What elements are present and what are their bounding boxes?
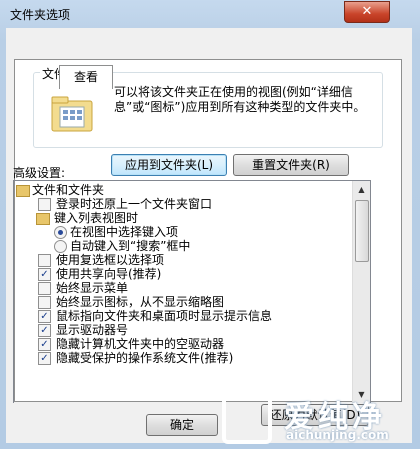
watermark-logo-icon: [222, 394, 272, 444]
list-item-label: 鼠标指向文件夹和桌面项时显示提示信息: [56, 309, 273, 323]
list-item-label: 文件和文件夹: [32, 183, 105, 197]
folder-view-description: 可以将该文件夹正在使用的视图(例如“详细信息”或“图标”)应用到所有这种类型的文…: [114, 85, 366, 114]
scroll-thumb[interactable]: [355, 200, 369, 262]
radio-button[interactable]: [54, 240, 67, 253]
advanced-settings-label: 高级设置:: [13, 166, 66, 180]
window-title: 文件夹选项: [10, 8, 71, 22]
checkbox[interactable]: ✓: [38, 352, 51, 365]
list-item-label: 始终显示图标，从不显示缩略图: [56, 295, 225, 309]
tab-view[interactable]: 查看: [59, 65, 113, 89]
list-item-label: 自动键入到“搜索”框中: [70, 239, 191, 253]
list-item-label: 键入列表视图时: [54, 211, 139, 225]
list-item-label: 使用复选框以选择项: [56, 253, 165, 267]
watermark-url: aichunjing.com: [286, 428, 389, 442]
checkbox[interactable]: [38, 282, 51, 295]
watermark: 爱纯净 aichunjing.com: [216, 388, 416, 446]
view-tab-panel: 文件夹视图 可以将该文件夹正在使用的视图(例如“详细信息”或“图标”)应用到所有…: [13, 59, 402, 426]
checkbox[interactable]: [38, 198, 51, 211]
checkbox[interactable]: [38, 254, 51, 267]
list-item-label: 登录时还原上一个文件夹窗口: [56, 197, 213, 211]
list-item-label: 使用共享向导(推荐): [56, 267, 162, 281]
list-item-label: 在视图中选择键入项: [70, 225, 179, 239]
folder-icon: [36, 213, 50, 225]
advanced-settings-list[interactable]: 文件和文件夹 登录时还原上一个文件夹窗口 键入列表视图时 在视图中选择键入项 自…: [13, 180, 371, 403]
ok-button[interactable]: 确定: [146, 414, 218, 436]
reset-folders-button[interactable]: 重置文件夹(R): [233, 154, 349, 176]
apply-to-folders-button[interactable]: 应用到文件夹(L): [111, 154, 227, 176]
folder-view-icon: [51, 96, 93, 132]
scroll-up-icon[interactable]: ▲: [353, 181, 370, 198]
dialog-window: 文件夹选项 ✕ 常规 查看 搜索 文件夹视图 可以将该文件夹正在使用的视图(例如…: [0, 0, 420, 449]
folder-icon: [16, 185, 30, 197]
checkbox[interactable]: ✓: [38, 338, 51, 351]
list-item-label: 显示驱动器号: [56, 323, 129, 337]
checkbox[interactable]: ✓: [38, 324, 51, 337]
list-item-label: 隐藏计算机文件夹中的空驱动器: [56, 337, 225, 351]
list-item-label: 始终显示菜单: [56, 281, 129, 295]
close-button[interactable]: ✕: [344, 1, 390, 23]
list-item-label: 隐藏受保护的操作系统文件(推荐): [56, 351, 234, 365]
checkbox[interactable]: ✓: [38, 268, 51, 281]
checkbox[interactable]: ✓: [38, 310, 51, 323]
dialog-client: 常规 查看 搜索 文件夹视图 可以将该文件夹正在使用的视图(例如“详细信息”或“…: [6, 28, 412, 443]
radio-button[interactable]: [54, 226, 67, 239]
checkbox[interactable]: [38, 296, 51, 309]
vertical-scrollbar[interactable]: ▲ ▼: [352, 181, 370, 403]
